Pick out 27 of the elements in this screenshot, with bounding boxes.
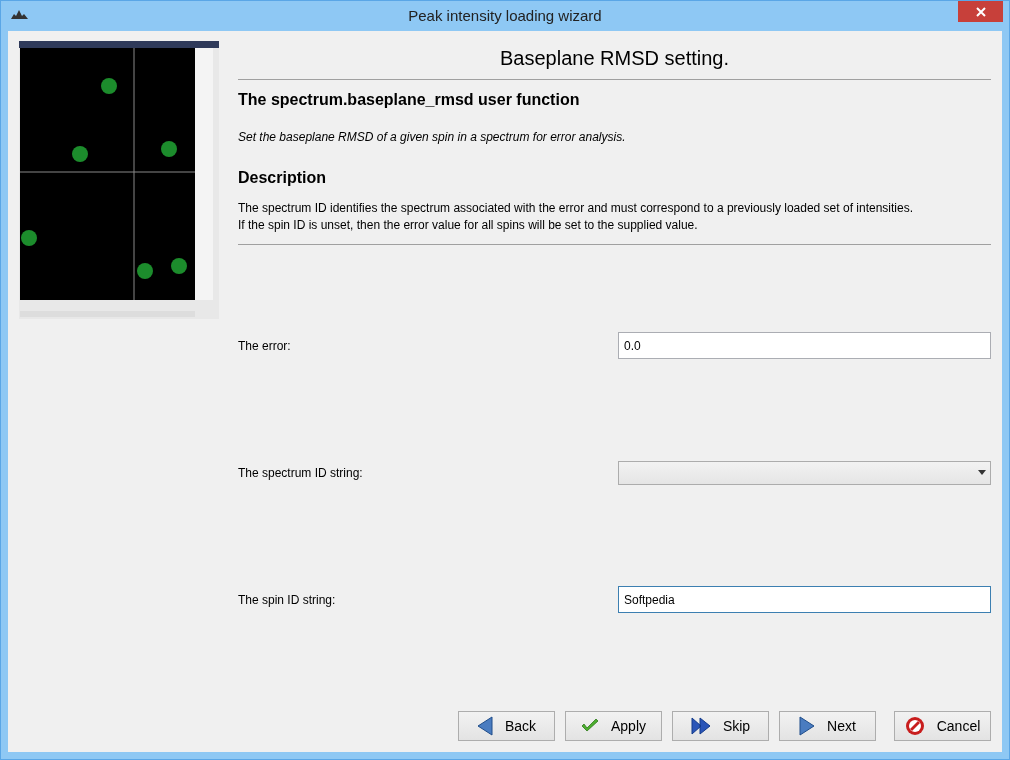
apply-button[interactable]: Apply: [565, 711, 662, 741]
back-button[interactable]: Back: [458, 711, 555, 741]
input-field[interactable]: Softpedia: [618, 586, 991, 613]
field-label: The spectrum ID string:: [238, 464, 364, 482]
function-title: The spectrum.baseplane_rmsd user function: [238, 90, 581, 110]
field-label: The spin ID string:: [238, 591, 337, 609]
left-arrow-icon: [476, 716, 493, 736]
synopsis-text: Set the baseplane RMSD of a given spin in a spectrum for error analysis.: [238, 129, 627, 146]
field-label: The error:: [238, 337, 292, 355]
dropdown-field[interactable]: [618, 460, 991, 485]
description-text: If the spin ID is unset, then the error value for all spins will be set to the supplied value.: [238, 217, 699, 234]
caret-icon: [978, 470, 986, 475]
description-text: The spectrum ID identifies the spectrum associated with the error and must correspond to a previously loaded set of intensities.: [238, 200, 914, 217]
close-button[interactable]: [958, 1, 1003, 22]
fast-forward-icon: [690, 717, 711, 735]
section-title: Description: [238, 168, 327, 188]
window-title: Peak intensity loading wizard: [408, 5, 602, 26]
checkmark-icon: [581, 719, 599, 733]
cancel-button[interactable]: Cancel: [894, 711, 991, 741]
next-button[interactable]: Next: [779, 711, 876, 741]
no-entry-icon: [904, 716, 925, 736]
skip-button[interactable]: Skip: [672, 711, 769, 741]
close-icon: [975, 6, 986, 17]
input-field[interactable]: 0.0: [618, 332, 991, 359]
page-heading: Baseplane RMSD setting.: [499, 46, 730, 71]
app-logo-icon: [11, 10, 28, 19]
right-arrow-icon: [799, 716, 816, 736]
